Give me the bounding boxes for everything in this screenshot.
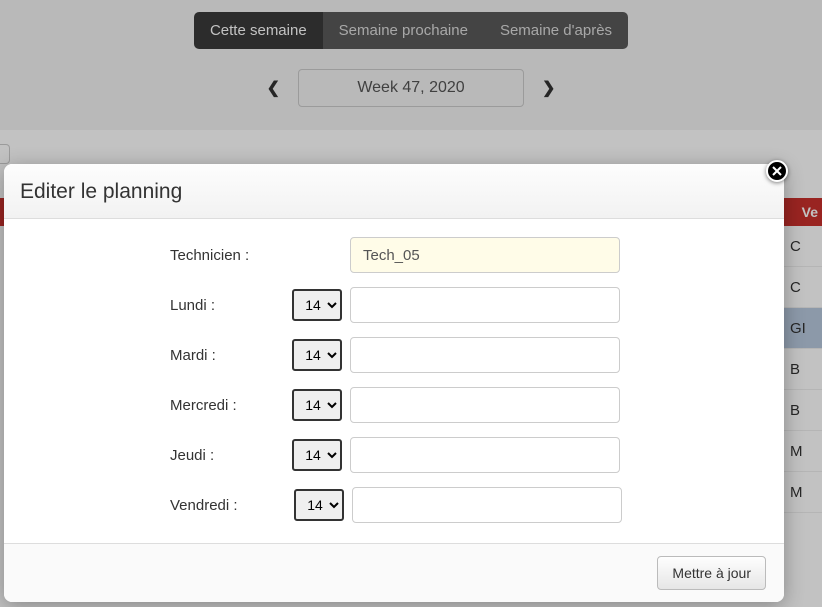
edit-planning-modal: Editer le planning Technicien : Lundi : …	[4, 164, 784, 602]
modal-body: Technicien : Lundi : 14 Mardi : 14 Mercr…	[4, 219, 784, 543]
day-select-vendredi[interactable]: 14	[294, 489, 344, 521]
day-select-jeudi[interactable]: 14	[292, 439, 342, 471]
modal-title: Editer le planning	[20, 180, 768, 204]
day-text-lundi[interactable]	[350, 287, 620, 323]
day-select-mardi[interactable]: 14	[292, 339, 342, 371]
day-row-mardi: Mardi : 14	[24, 337, 764, 373]
day-select-mercredi[interactable]: 14	[292, 389, 342, 421]
day-label: Jeudi :	[170, 447, 292, 464]
day-text-jeudi[interactable]	[350, 437, 620, 473]
day-row-vendredi: Vendredi : 14	[24, 487, 764, 523]
close-icon	[772, 166, 782, 176]
technician-label: Technicien :	[170, 247, 292, 264]
day-select-lundi[interactable]: 14	[292, 289, 342, 321]
day-text-mardi[interactable]	[350, 337, 620, 373]
day-row-lundi: Lundi : 14	[24, 287, 764, 323]
modal-footer: Mettre à jour	[4, 543, 784, 602]
day-row-mercredi: Mercredi : 14	[24, 387, 764, 423]
day-label: Vendredi :	[170, 497, 292, 514]
day-label: Mardi :	[170, 347, 292, 364]
modal-header: Editer le planning	[4, 164, 784, 219]
technician-input[interactable]	[350, 237, 620, 273]
day-row-jeudi: Jeudi : 14	[24, 437, 764, 473]
day-text-vendredi[interactable]	[352, 487, 622, 523]
close-button[interactable]	[766, 160, 788, 182]
day-text-mercredi[interactable]	[350, 387, 620, 423]
day-label: Lundi :	[170, 297, 292, 314]
day-label: Mercredi :	[170, 397, 292, 414]
technician-row: Technicien :	[24, 237, 764, 273]
submit-button[interactable]: Mettre à jour	[657, 556, 766, 590]
